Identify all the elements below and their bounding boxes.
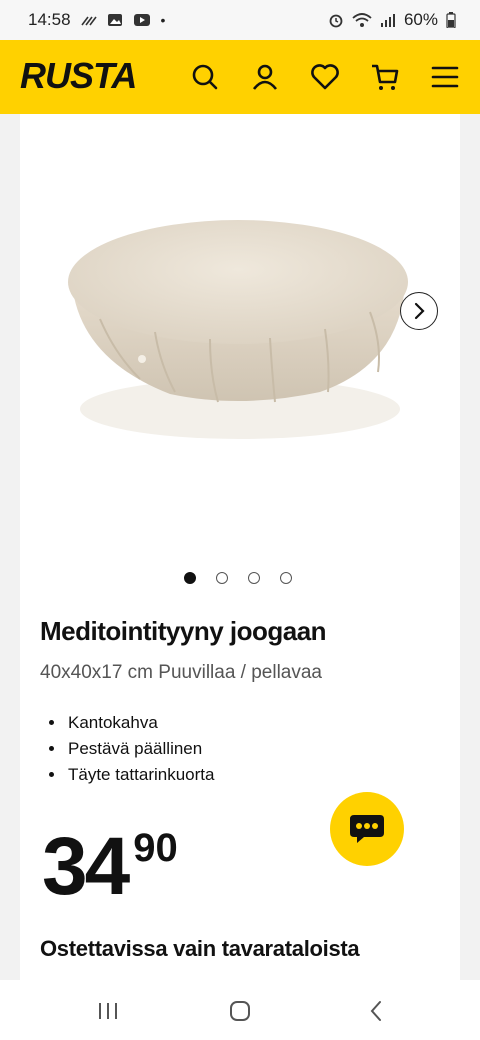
price-main: 34	[42, 821, 130, 912]
carousel-next-button[interactable]	[400, 292, 438, 330]
account-icon[interactable]	[248, 60, 282, 94]
carousel-dot[interactable]	[280, 572, 292, 584]
battery-icon	[446, 12, 456, 28]
meditation-cushion-image[interactable]	[60, 204, 420, 464]
carousel-dot[interactable]	[184, 572, 196, 584]
cart-icon[interactable]	[368, 60, 402, 94]
status-time: 14:58	[28, 10, 71, 29]
battery-text: 60%	[403, 10, 438, 29]
wishlist-heart-icon[interactable]	[308, 60, 342, 94]
feature-item: Pestävä päällinen	[66, 736, 214, 762]
home-button[interactable]	[220, 996, 260, 1026]
product-title: Meditointityyny joogaan	[40, 616, 327, 646]
system-navigation-bar	[0, 980, 480, 1040]
menu-icon[interactable]	[428, 60, 462, 94]
product-subtitle: 40x40x17 cm Puuvillaa / pellavaa	[40, 662, 323, 683]
signal-icon	[380, 14, 395, 27]
site-header: RUSTA	[0, 40, 480, 114]
back-button[interactable]	[356, 996, 396, 1026]
status-bar: 14:58 • 60%	[0, 0, 480, 40]
youtube-icon	[133, 14, 150, 26]
notification-dot-icon: •	[160, 12, 166, 28]
wifi-icon	[352, 13, 372, 27]
chat-bubble-icon	[350, 815, 384, 843]
carousel-dot[interactable]	[216, 572, 228, 584]
feature-item: Kantokahva	[66, 710, 214, 736]
carousel-dot[interactable]	[248, 572, 260, 584]
price-cents: 90	[133, 826, 178, 870]
wifi-calling-icon	[80, 16, 97, 26]
feature-list: Kantokahva Pestävä päällinen Täyte tatta…	[46, 710, 214, 788]
recent-apps-icon	[99, 1003, 117, 1019]
carousel-pagination	[184, 572, 292, 584]
back-icon	[370, 1001, 381, 1021]
home-icon	[230, 1001, 250, 1021]
chevron-right-icon	[414, 302, 425, 320]
availability-notice: Ostettavissa vain tavarataloista	[40, 936, 360, 961]
feature-item: Täyte tattarinkuorta	[66, 762, 214, 788]
price: 34 90	[42, 822, 178, 912]
alarm-icon	[329, 14, 343, 28]
gallery-icon	[107, 14, 122, 26]
search-icon[interactable]	[188, 60, 222, 94]
rusta-logo[interactable]: RUSTA	[20, 56, 137, 96]
recent-apps-button[interactable]	[88, 996, 128, 1026]
product-card: Meditointityyny joogaan 40x40x17 cm Puuv…	[20, 114, 460, 980]
chat-button[interactable]	[330, 792, 404, 866]
